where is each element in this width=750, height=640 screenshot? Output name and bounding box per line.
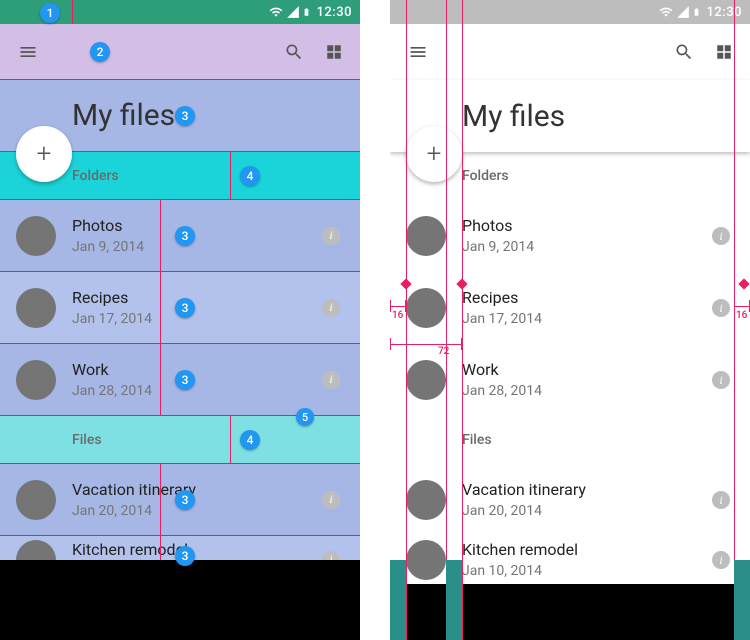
app-toolbar <box>390 24 750 80</box>
section-label: Files <box>462 432 492 448</box>
spec-phone-right: 12:30 My files + Folders Phot <box>390 0 750 640</box>
item-title: Work <box>462 360 712 380</box>
info-icon[interactable]: i <box>322 227 340 245</box>
dim-label-72: 72 <box>438 346 449 357</box>
fab-add[interactable]: + <box>406 126 462 182</box>
info-icon[interactable]: i <box>712 371 730 389</box>
item-subtitle: Jan 20, 2014 <box>462 502 712 520</box>
annotation-badge-3c: 3 <box>175 298 195 318</box>
folder-avatar <box>406 360 446 400</box>
hamburger-icon <box>408 42 428 62</box>
search-button[interactable] <box>664 24 704 80</box>
section-label: Folders <box>72 168 119 184</box>
item-subtitle: Jan 9, 2014 <box>72 238 322 256</box>
item-title: Photos <box>72 216 322 236</box>
item-subtitle: Jan 28, 2014 <box>72 382 322 400</box>
app-toolbar <box>0 24 360 80</box>
section-header-files: Files <box>390 416 750 464</box>
fab-add[interactable]: + <box>16 126 72 182</box>
item-subtitle: Jan 17, 2014 <box>72 310 322 328</box>
item-subtitle: Jan 10, 2014 <box>462 562 712 580</box>
info-icon[interactable]: i <box>712 551 730 569</box>
info-icon[interactable]: i <box>322 491 340 509</box>
file-avatar <box>406 540 446 580</box>
folder-avatar <box>406 288 446 328</box>
battery-icon <box>692 5 701 19</box>
page-title: My files <box>72 98 175 133</box>
status-time: 12:30 <box>317 5 352 20</box>
annotation-badge-2: 2 <box>90 42 110 62</box>
list-item[interactable]: Photos Jan 9, 2014 i <box>390 200 750 272</box>
dim-label-16: 16 <box>392 310 403 321</box>
item-subtitle: Jan 28, 2014 <box>462 382 712 400</box>
annotation-badge-3b: 3 <box>175 226 195 246</box>
section-label: Files <box>72 432 102 448</box>
folder-avatar <box>16 288 56 328</box>
item-title: Recipes <box>72 288 322 308</box>
item-title: Kitchen remodel <box>462 540 712 560</box>
search-button[interactable] <box>274 24 314 80</box>
search-icon <box>674 42 694 62</box>
annotation-badge-1: 1 <box>40 3 60 23</box>
info-icon[interactable]: i <box>322 371 340 389</box>
plus-icon: + <box>427 139 442 169</box>
annotation-badge-3e: 3 <box>175 490 195 510</box>
annotation-badge-3: 3 <box>175 106 195 126</box>
annotation-badge-4: 4 <box>240 166 260 186</box>
info-icon[interactable]: i <box>712 227 730 245</box>
section-label: Folders <box>462 168 509 184</box>
annotation-badge-3f: 3 <box>175 546 195 566</box>
signal-icon <box>676 5 690 19</box>
item-title: Kitchen remodel <box>72 540 322 560</box>
annotation-badge-4b: 4 <box>240 430 260 450</box>
list-item[interactable]: Recipes Jan 17, 2014 i <box>390 272 750 344</box>
info-icon[interactable]: i <box>712 299 730 317</box>
search-icon <box>284 42 304 62</box>
item-title: Work <box>72 360 322 380</box>
list-item[interactable]: Vacation itinerary Jan 20, 2014 i <box>390 464 750 536</box>
item-subtitle: Jan 17, 2014 <box>462 310 712 328</box>
file-avatar <box>406 480 446 520</box>
dim-label-16b: 16 <box>736 310 747 321</box>
annotation-badge-5: 5 <box>296 408 314 426</box>
page-title: My files <box>462 99 565 134</box>
info-icon[interactable]: i <box>322 299 340 317</box>
spec-phone-left: 12:30 My files + Folders Phot <box>0 0 360 640</box>
view-grid-button[interactable] <box>704 24 744 80</box>
folder-avatar <box>406 216 446 256</box>
wifi-icon <box>268 5 284 19</box>
item-title: Recipes <box>462 288 712 308</box>
wifi-icon <box>658 5 674 19</box>
folder-avatar <box>16 360 56 400</box>
hamburger-icon <box>18 42 38 62</box>
item-subtitle: Jan 9, 2014 <box>462 238 712 256</box>
item-title: Vacation itinerary <box>462 480 712 500</box>
info-icon[interactable]: i <box>712 491 730 509</box>
menu-button[interactable] <box>390 24 446 80</box>
plus-icon: + <box>37 139 52 169</box>
status-bar: 12:30 <box>390 0 750 24</box>
grid-icon <box>325 43 343 61</box>
menu-button[interactable] <box>0 24 56 80</box>
signal-icon <box>286 5 300 19</box>
status-time: 12:30 <box>707 5 742 20</box>
item-title: Vacation itinerary <box>72 480 322 500</box>
folder-avatar <box>16 216 56 256</box>
annotation-badge-3d: 3 <box>175 370 195 390</box>
list-item[interactable]: Kitchen remodel Jan 10, 2014 i <box>390 536 750 584</box>
battery-icon <box>302 5 311 19</box>
black-mask-left <box>0 560 360 640</box>
grid-icon <box>715 43 733 61</box>
view-grid-button[interactable] <box>314 24 354 80</box>
item-subtitle: Jan 20, 2014 <box>72 502 322 520</box>
file-avatar <box>16 480 56 520</box>
item-title: Photos <box>462 216 712 236</box>
